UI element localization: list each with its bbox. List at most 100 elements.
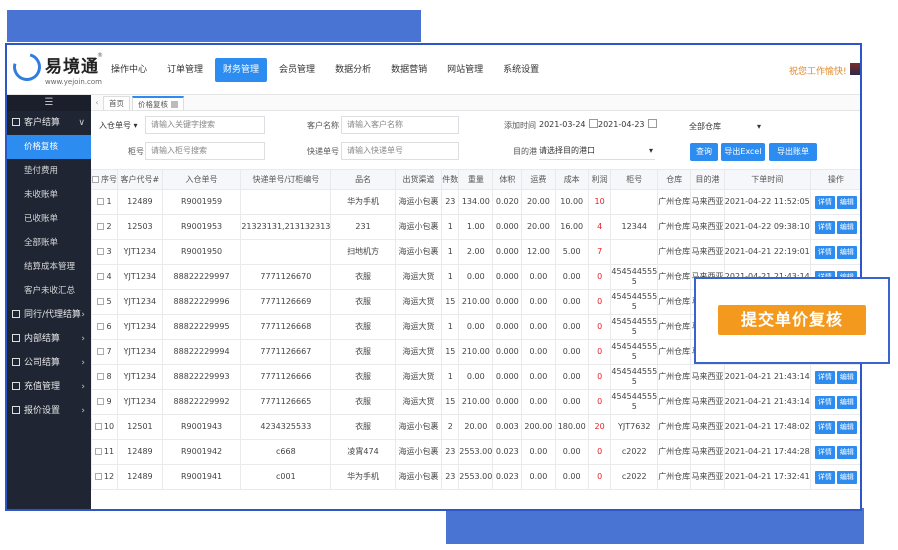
sidebar-group-1[interactable]: 同行/代理结算 › xyxy=(7,303,91,327)
nav-item-7[interactable]: 系统设置 xyxy=(495,58,547,82)
table-cell: 7771126669 xyxy=(240,289,332,315)
table-cell: 10 xyxy=(587,189,612,215)
row-actions: 详情编辑 xyxy=(809,414,860,440)
row-number: 10 xyxy=(103,422,115,431)
sidebar-toggle-icon[interactable]: ☰ xyxy=(7,95,91,111)
detail-button[interactable]: 详情 xyxy=(814,445,835,459)
edit-button[interactable]: 编辑 xyxy=(836,370,857,384)
detail-button[interactable]: 详情 xyxy=(814,195,835,209)
row-checkbox[interactable] xyxy=(97,273,105,280)
sidebar-group-3[interactable]: 公司结算 › xyxy=(7,351,91,375)
table-cell: 2021-04-21 17:48:02 xyxy=(723,414,811,440)
edit-button[interactable]: 编辑 xyxy=(836,470,857,484)
sidebar-item-0-3[interactable]: 已收账单 xyxy=(7,207,91,231)
nav-item-2[interactable]: 财务管理 xyxy=(215,58,268,82)
nav-item-3[interactable]: 会员管理 xyxy=(271,58,323,82)
table-cell: 0.000 xyxy=(492,264,523,290)
edit-button[interactable]: 编辑 xyxy=(836,195,857,209)
column-header-label: 运费 xyxy=(530,175,547,184)
row-checkbox[interactable] xyxy=(97,298,105,305)
table-cell: 0.00 xyxy=(554,289,589,315)
detail-button[interactable]: 详情 xyxy=(814,470,835,484)
row-checkbox[interactable] xyxy=(94,448,102,455)
table-cell: 2553.00 xyxy=(458,439,494,465)
edit-button[interactable]: 编辑 xyxy=(836,245,857,259)
sidebar-group-2[interactable]: 内部结算 › xyxy=(7,327,91,351)
cabinet-no-input[interactable]: 请输入柜号搜索 xyxy=(145,142,265,160)
destination-port-select[interactable]: 请选择目的港口 ▾ xyxy=(539,142,655,160)
row-checkbox[interactable] xyxy=(94,423,102,430)
sidebar-group-0[interactable]: 客户结算 ∨ xyxy=(7,111,91,135)
row-checkbox[interactable] xyxy=(97,323,105,330)
column-header-label: 体积 xyxy=(499,175,516,184)
date-to-picker[interactable]: 2021-04-23 xyxy=(598,116,657,134)
sidebar-item-0-6[interactable]: 客户未收汇总 xyxy=(7,279,91,303)
submit-price-review-button[interactable]: 提交单价复核 xyxy=(718,305,866,335)
sidebar-group-5[interactable]: 报价设置 › xyxy=(7,399,91,423)
close-icon[interactable] xyxy=(171,101,178,108)
table-cell: 海运大货 xyxy=(394,264,443,290)
table-cell: 衣服 xyxy=(330,314,396,340)
export-bill-button[interactable]: 导出账单 xyxy=(769,143,817,161)
user-avatar[interactable] xyxy=(850,63,860,75)
warehouse-select[interactable]: 全部仓库 ▾ xyxy=(689,118,771,136)
logo[interactable]: 易境通 ® www.yejoin.com xyxy=(7,47,103,92)
detail-button[interactable]: 详情 xyxy=(814,395,835,409)
nav-item-5[interactable]: 数据营销 xyxy=(383,58,435,82)
sidebar-item-0-1[interactable]: 垫付费用 xyxy=(7,159,91,183)
table-cell: 20.00 xyxy=(458,414,494,440)
sidebar-group-4[interactable]: 充值管理 › xyxy=(7,375,91,399)
date-from-picker[interactable]: 2021-03-24 xyxy=(539,116,598,134)
select-all-checkbox[interactable] xyxy=(92,176,99,183)
detail-button[interactable]: 详情 xyxy=(814,370,835,384)
warehouse-no-type-select[interactable]: 入仓单号 ▾ xyxy=(99,117,145,135)
sidebar-item-0-4[interactable]: 全部账单 xyxy=(7,231,91,255)
tab-scroll-left-icon[interactable]: ‹ xyxy=(91,96,103,110)
search-button[interactable]: 查询 xyxy=(690,143,718,161)
table-cell: 马来西亚 xyxy=(690,414,725,440)
nav-item-1[interactable]: 订单管理 xyxy=(159,58,211,82)
edit-button[interactable]: 编辑 xyxy=(836,445,857,459)
nav-item-0[interactable]: 操作中心 xyxy=(103,58,155,82)
table-cell: 衣服 xyxy=(330,264,396,290)
table-cell: 12503 xyxy=(117,214,163,240)
edit-button[interactable]: 编辑 xyxy=(836,420,857,434)
table-cell: 0.00 xyxy=(554,339,589,365)
chevron-icon: ∨ xyxy=(78,118,85,128)
detail-button[interactable]: 详情 xyxy=(814,420,835,434)
table-cell: 20.00 xyxy=(521,189,556,215)
detail-button[interactable]: 详情 xyxy=(814,245,835,259)
table-cell: 7771126666 xyxy=(240,364,332,390)
table-cell: 0 xyxy=(587,339,612,365)
row-checkbox[interactable] xyxy=(97,348,105,355)
detail-button[interactable]: 详情 xyxy=(814,220,835,234)
nav-item-4[interactable]: 数据分析 xyxy=(327,58,379,82)
row-checkbox[interactable] xyxy=(94,473,102,480)
sidebar-item-0-2[interactable]: 未收账单 xyxy=(7,183,91,207)
tab-label: 首页 xyxy=(109,99,124,108)
table-cell xyxy=(240,239,332,265)
table-cell: 1 xyxy=(441,364,460,390)
row-checkbox[interactable] xyxy=(97,398,105,405)
table-cell: 2021-04-21 17:32:41 xyxy=(723,464,811,490)
sidebar-item-0-0[interactable]: 价格复核 xyxy=(7,135,91,159)
column-header-label: 柜号 xyxy=(626,175,643,184)
warehouse-no-input[interactable]: 请输入关键字搜索 xyxy=(145,116,265,134)
table-cell: 1.00 xyxy=(458,214,494,240)
edit-button[interactable]: 编辑 xyxy=(836,395,857,409)
row-actions: 详情编辑 xyxy=(809,189,860,215)
customer-name-input[interactable]: 请输入客户名称 xyxy=(341,116,459,134)
table-cell: 11 xyxy=(91,439,118,465)
nav-item-6[interactable]: 网站管理 xyxy=(439,58,491,82)
row-checkbox[interactable] xyxy=(97,223,105,230)
edit-button[interactable]: 编辑 xyxy=(836,220,857,234)
tab-1[interactable]: 价格复核 xyxy=(132,96,184,110)
table-cell: 0.000 xyxy=(492,239,523,265)
tab-0[interactable]: 首页 xyxy=(103,96,130,110)
sidebar-item-0-5[interactable]: 结算成本管理 xyxy=(7,255,91,279)
row-checkbox[interactable] xyxy=(97,198,105,205)
export-excel-button[interactable]: 导出Excel xyxy=(721,143,765,161)
row-checkbox[interactable] xyxy=(97,248,105,255)
express-no-input[interactable]: 请输入快递单号 xyxy=(341,142,459,160)
row-checkbox[interactable] xyxy=(97,373,105,380)
